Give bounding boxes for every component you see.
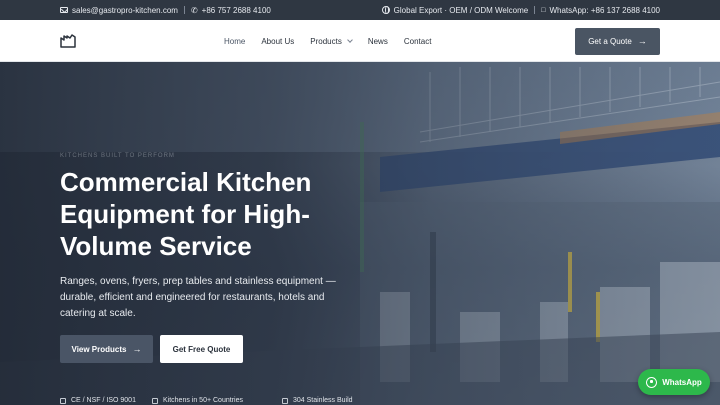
nav-news-label: News — [367, 36, 388, 46]
view-products-button[interactable]: View Products → — [60, 335, 153, 363]
badge-label: Kitchens in 50+ Countries — [163, 397, 243, 404]
primary-nav: Home About Us Products News Contact — [224, 20, 431, 62]
contact-group: sales@gastropro-kitchen.com ✆ +86 757 26… — [60, 6, 271, 15]
get-free-quote-label: Get Free Quote — [172, 344, 231, 354]
hero-description-line: catering at scale. — [60, 308, 136, 319]
trust-badges: CE / NSF / ISO 9001 Kitchens in 50+ Coun… — [60, 397, 353, 404]
hero-eyebrow: KITCHENS BUILT TO PERFORM — [60, 153, 175, 159]
nav-products[interactable]: Products — [310, 36, 353, 46]
email-link[interactable]: sales@gastropro-kitchen.com — [60, 6, 178, 15]
phone-text: +86 757 2688 4100 — [201, 5, 271, 15]
get-quote-label: Get a Quote — [588, 37, 632, 46]
hero-title-line: Equipment for High- — [60, 199, 310, 229]
badge-label: 304 Stainless Build — [293, 397, 353, 404]
mail-icon — [60, 7, 68, 13]
nav-about[interactable]: About Us — [261, 37, 294, 46]
chevron-down-icon — [346, 37, 353, 43]
top-utility-bar: sales@gastropro-kitchen.com ✆ +86 757 26… — [0, 0, 720, 20]
hero-description-line: durable, efficient and engineered for re… — [60, 292, 325, 303]
certificate-icon — [60, 397, 66, 404]
shield-icon — [282, 397, 288, 404]
get-free-quote-button[interactable]: Get Free Quote — [160, 335, 243, 363]
whatsapp-float-label: WhatsApp — [662, 377, 702, 387]
whatsapp-text: WhatsApp: +86 137 2688 4100 — [549, 5, 660, 15]
divider — [534, 6, 536, 14]
hero-description: Ranges, ovens, fryers, prep tables and s… — [60, 274, 350, 322]
arrow-right-icon: → — [637, 36, 647, 46]
logo-icon[interactable] — [60, 34, 76, 48]
arrow-right-icon: → — [132, 343, 142, 354]
nav-news[interactable]: News — [368, 37, 388, 46]
badge-stainless: 304 Stainless Build — [282, 397, 353, 404]
view-products-label: View Products — [71, 344, 127, 354]
globe-icon — [381, 6, 390, 14]
get-quote-button[interactable]: Get a Quote → — [575, 28, 660, 55]
divider — [183, 6, 185, 14]
nav-home-label: Home — [224, 36, 246, 46]
hero-title-line: Volume Service — [60, 231, 252, 261]
phone-icon: ✆ — [190, 5, 198, 15]
phone-link[interactable]: ✆ +86 757 2688 4100 — [191, 6, 271, 15]
badge-certification: CE / NSF / ISO 9001 — [60, 397, 140, 404]
export-info: Global Export · OEM / ODM Welcome — [381, 5, 529, 15]
hero-description-line: Ranges, ovens, fryers, prep tables and s… — [60, 276, 336, 287]
nav-products-label: Products — [310, 36, 342, 46]
badge-label: CE / NSF / ISO 9001 — [71, 397, 136, 404]
export-text: Global Export · OEM / ODM Welcome — [393, 5, 529, 15]
hero-section: KITCHENS BUILT TO PERFORM Commercial Kit… — [0, 62, 720, 405]
nav-about-label: About Us — [261, 36, 295, 46]
chat-icon: □ — [541, 6, 546, 14]
whatsapp-link[interactable]: □ WhatsApp: +86 137 2688 4100 — [541, 6, 660, 15]
hero-title: Commercial Kitchen Equipment for High- V… — [60, 166, 350, 262]
whatsapp-icon — [646, 376, 658, 388]
email-text: sales@gastropro-kitchen.com — [72, 5, 178, 15]
hero-title-line: Commercial Kitchen — [60, 167, 312, 197]
whatsapp-float-button[interactable]: WhatsApp — [638, 369, 710, 395]
badge-countries: Kitchens in 50+ Countries — [152, 397, 270, 404]
nav-contact[interactable]: Contact — [404, 37, 432, 46]
export-group: Global Export · OEM / ODM Welcome □ What… — [381, 5, 660, 15]
nav-contact-label: Contact — [403, 36, 432, 46]
globe-icon — [152, 397, 158, 404]
nav-home[interactable]: Home — [224, 37, 245, 46]
